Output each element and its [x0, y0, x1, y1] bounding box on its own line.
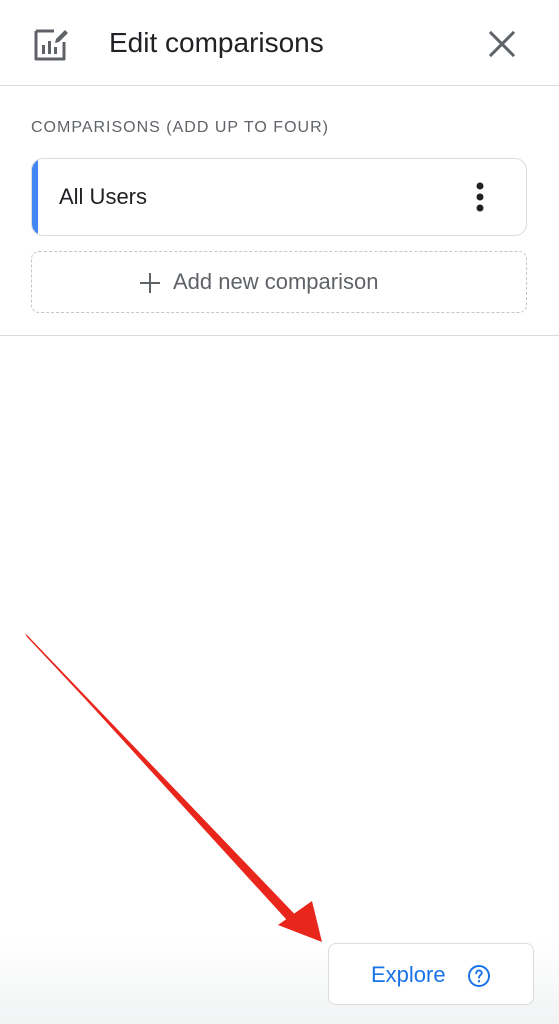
plus-icon	[140, 273, 160, 293]
comparisons-section: COMPARISONS (ADD UP TO FOUR) All Users A…	[0, 86, 559, 336]
comparison-color-accent	[32, 159, 38, 235]
explore-label: Explore	[371, 962, 446, 987]
comparison-label: All Users	[59, 184, 148, 209]
add-comparison-button[interactable]: Add new comparison	[31, 251, 527, 313]
panel-header: Edit comparisons	[0, 0, 559, 86]
help-circle-icon[interactable]	[467, 964, 491, 988]
comparisons-section-label: COMPARISONS (ADD UP TO FOUR)	[31, 119, 329, 136]
edit-chart-icon	[34, 29, 68, 61]
more-vert-icon[interactable]	[464, 177, 496, 217]
close-icon[interactable]	[482, 24, 522, 64]
panel-title: Edit comparisons	[109, 27, 324, 58]
add-comparison-label: Add new comparison	[173, 269, 379, 294]
comparison-card-all-users[interactable]: All Users	[31, 158, 527, 236]
explore-button[interactable]: Explore	[328, 943, 534, 1005]
